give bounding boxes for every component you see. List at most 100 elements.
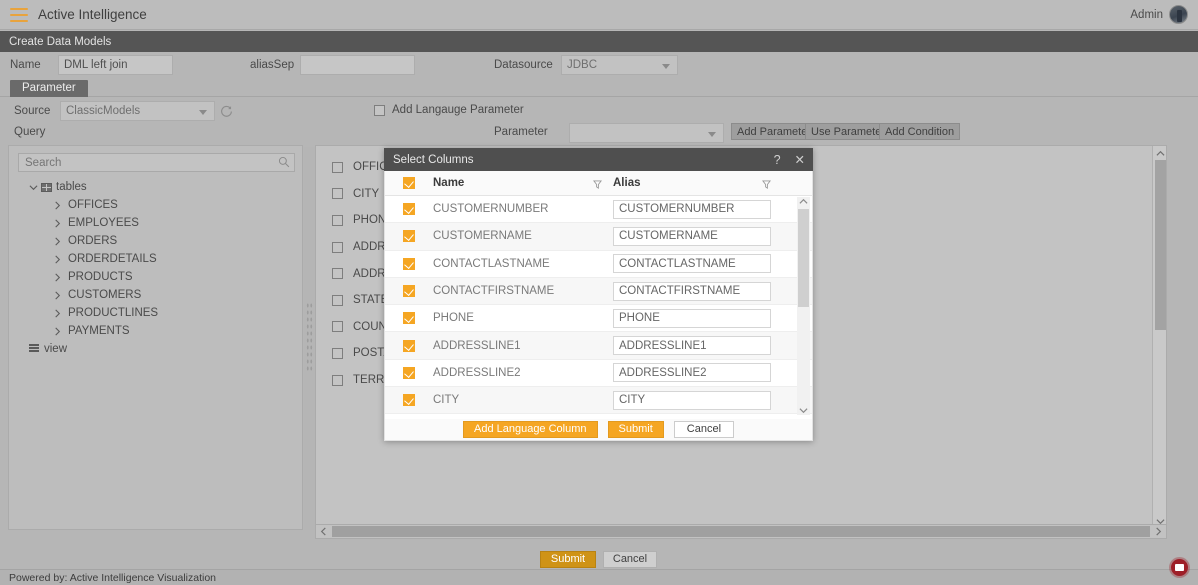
tree-node-offices[interactable]: OFFICES (21, 196, 291, 214)
checkbox-icon (332, 268, 343, 280)
row-name-cell: CONTACTFIRSTNAME (433, 285, 555, 298)
query-label: Query (14, 126, 46, 138)
funnel-icon[interactable] (762, 180, 771, 189)
admin-label[interactable]: Admin (1130, 9, 1163, 21)
tree-node-customers[interactable]: CUSTOMERS (21, 286, 291, 304)
tree-node-tables[interactable]: tables (21, 178, 291, 196)
select-columns-dialog: Select Columns ? ✕ Name Alias CUSTOMERNU… (384, 148, 813, 441)
alias-input[interactable] (613, 281, 771, 301)
column-header-name[interactable]: Name (433, 177, 613, 189)
add-language-parameter-checkbox[interactable]: Add Langauge Parameter (374, 104, 524, 116)
source-select[interactable]: ClassicModels (60, 101, 215, 121)
checkbox-icon (332, 188, 343, 200)
table-icon (41, 182, 52, 192)
add-language-column-button[interactable]: Add Language Column (462, 421, 598, 438)
tree-node-payments[interactable]: PAYMENTS (21, 322, 291, 340)
alias-input[interactable] (613, 199, 771, 219)
panel-splitter[interactable] (304, 147, 315, 530)
chevron-down-icon[interactable] (29, 183, 38, 192)
alias-input[interactable] (613, 226, 771, 246)
tree-node-employees[interactable]: EMPLOYEES (21, 214, 291, 232)
chevron-right-icon[interactable] (53, 309, 62, 318)
help-icon[interactable]: ? (774, 153, 781, 166)
select-all-checkbox[interactable] (385, 177, 433, 189)
row-checkbox[interactable] (385, 394, 433, 407)
tree-node-label: ORDERDETAILS (68, 253, 157, 265)
hscroll-thumb[interactable] (332, 526, 1150, 537)
row-checkbox[interactable] (385, 366, 433, 379)
dialog-vertical-scrollbar[interactable] (797, 197, 810, 415)
table-row[interactable]: CUSTOMERNAME (385, 223, 812, 251)
row-name-cell: CONTACTLASTNAME (433, 257, 550, 270)
user-avatar[interactable] (1169, 5, 1188, 24)
scroll-up-icon[interactable] (1156, 149, 1165, 158)
column-header-alias[interactable]: Alias (613, 177, 783, 189)
scroll-down-icon[interactable] (799, 406, 808, 415)
dialog-cancel-button[interactable]: Cancel (673, 421, 735, 438)
chevron-right-icon[interactable] (53, 327, 62, 336)
scroll-right-icon[interactable] (1154, 527, 1163, 536)
page-title: Create Data Models (9, 35, 112, 48)
checkbox-checked-icon (403, 203, 415, 216)
chevron-right-icon[interactable] (53, 219, 62, 228)
add-condition-button[interactable]: Add Condition (879, 123, 961, 140)
row-checkbox[interactable] (385, 230, 433, 243)
row-checkbox[interactable] (385, 203, 433, 216)
alias-input[interactable] (613, 363, 771, 383)
alias-input[interactable] (613, 254, 771, 274)
scroll-up-icon[interactable] (799, 197, 808, 206)
name-input[interactable] (58, 55, 173, 75)
name-label: Name (10, 59, 41, 71)
row-checkbox[interactable] (385, 339, 433, 352)
column-header-name-label: Name (433, 177, 465, 189)
chevron-right-icon[interactable] (53, 237, 62, 246)
alias-input[interactable] (613, 308, 771, 328)
search-input[interactable] (18, 153, 295, 172)
alias-input[interactable] (613, 336, 771, 356)
chat-bubble-icon[interactable] (1171, 559, 1188, 576)
datasource-select[interactable]: JDBC (561, 55, 678, 75)
row-name-cell: ADDRESSLINE2 (433, 366, 521, 379)
table-row[interactable]: ADDRESSLINE2 (385, 360, 812, 388)
scroll-thumb[interactable] (1155, 160, 1166, 330)
tree-node-orders[interactable]: ORDERS (21, 232, 291, 250)
chevron-right-icon[interactable] (53, 255, 62, 264)
row-checkbox[interactable] (385, 285, 433, 298)
tree-node-view[interactable]: view (21, 340, 291, 358)
chevron-right-icon[interactable] (53, 291, 62, 300)
scroll-thumb[interactable] (798, 209, 809, 307)
funnel-icon[interactable] (593, 180, 602, 189)
close-icon[interactable]: ✕ (795, 153, 805, 166)
tab-parameter[interactable]: Parameter (10, 80, 88, 97)
tree-node-orderdetails[interactable]: ORDERDETAILS (21, 250, 291, 268)
row-checkbox[interactable] (385, 257, 433, 270)
tree-node-label: view (44, 343, 68, 355)
table-row[interactable]: CONTACTLASTNAME (385, 251, 812, 278)
form-row: Name aliasSep Datasource JDBC (0, 52, 1198, 79)
table-row[interactable]: CONTACTFIRSTNAME (385, 277, 812, 306)
tree-node-productlines[interactable]: PRODUCTLINES (21, 304, 291, 322)
magnifier-icon[interactable] (278, 156, 290, 168)
content-horizontal-scrollbar[interactable] (315, 524, 1167, 539)
chevron-down-icon (708, 132, 716, 137)
tree-node-products[interactable]: PRODUCTS (21, 268, 291, 286)
cancel-button[interactable]: Cancel (603, 551, 657, 568)
content-vertical-scrollbar[interactable] (1152, 146, 1166, 529)
chevron-right-icon[interactable] (53, 201, 62, 210)
aliassep-input[interactable] (300, 55, 415, 75)
alias-input[interactable] (613, 390, 771, 410)
row-checkbox[interactable] (385, 312, 433, 325)
datasource-value: JDBC (567, 59, 598, 71)
table-row[interactable]: PHONE (385, 305, 812, 333)
dialog-submit-button[interactable]: Submit (607, 421, 664, 438)
refresh-icon[interactable] (220, 105, 233, 118)
hamburger-icon[interactable] (10, 7, 28, 22)
chevron-right-icon[interactable] (53, 273, 62, 282)
parameter-select[interactable] (569, 123, 724, 143)
submit-button[interactable]: Submit (540, 551, 596, 568)
table-row[interactable]: ADDRESSLINE1 (385, 332, 812, 360)
table-row[interactable]: CUSTOMERNUMBER (385, 196, 812, 224)
table-row[interactable]: CITY (385, 387, 812, 415)
grid-header-row: Name Alias (385, 171, 812, 196)
scroll-left-icon[interactable] (319, 527, 328, 536)
